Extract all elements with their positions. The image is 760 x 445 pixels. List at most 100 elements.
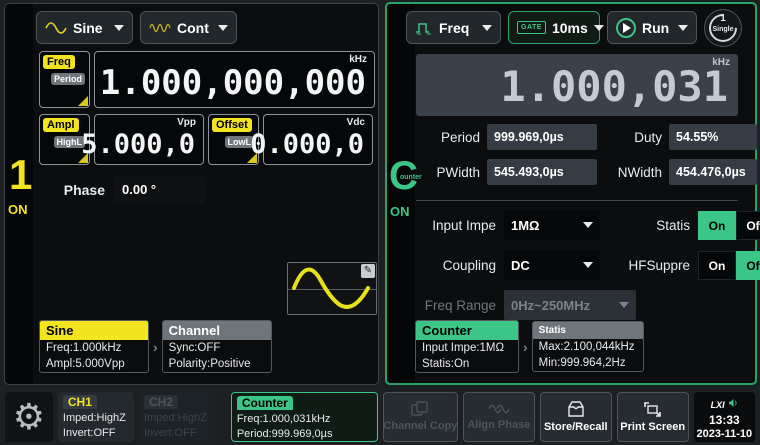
ch1-status-card[interactable]: CH1 Imped:HighZ Invert:OFF: [58, 392, 134, 442]
counter-card-statis: Statis:On: [416, 356, 518, 372]
coupling-label: Coupling: [416, 258, 496, 273]
freq-range-select[interactable]: 0Hz~250MHz: [504, 290, 636, 320]
counter-card-impe: Input Impe:1MΩ: [416, 340, 518, 356]
counter-state-badge: ON: [390, 204, 410, 219]
waveform-select[interactable]: Sine: [36, 11, 133, 44]
channel-card-title: Channel: [163, 321, 271, 340]
ch2-invert: Invert:OFF: [144, 426, 210, 441]
statis-info-card[interactable]: Statis Max:2.100,044kHz Min:999.964,2Hz: [532, 321, 644, 372]
freq-display[interactable]: kHz 1.000,000,000: [94, 51, 375, 108]
chevron-down-icon: [583, 222, 593, 228]
pwidth-value: 545.493,0µs: [487, 159, 597, 185]
statis-off-button[interactable]: Off: [736, 211, 760, 240]
ampl-value: 5.000,0: [81, 129, 195, 160]
channel-info-card[interactable]: Channel Sync:OFF Polarity:Positive: [162, 320, 272, 373]
chevron-down-icon: [678, 25, 688, 31]
instrument-screen: 1 ON Sine Cont Freq Period: [0, 0, 760, 445]
counter-bb-title: Counter: [237, 396, 293, 410]
settings-button[interactable]: ⚙: [5, 392, 53, 442]
phase-field[interactable]: 0.00 °: [113, 176, 205, 204]
chevron-down-icon: [594, 25, 604, 31]
sine-info-card[interactable]: Sine Freq:1.000kHz Ampl:5.000Vpp: [39, 320, 149, 373]
counter-card-title: Counter: [416, 321, 518, 340]
counter-settings: Input Impe 1MΩ Statis On Off Coupling DC…: [416, 210, 738, 320]
counter-main-display: kHz 1.000,031: [416, 54, 738, 116]
period-value: 999.969,0µs: [487, 124, 597, 150]
hfsuppre-off-button[interactable]: Off: [736, 251, 760, 280]
counter-info-card[interactable]: Counter Input Impe:1MΩ Statis:On: [415, 320, 519, 373]
store-recall-button[interactable]: Store/Recall: [540, 392, 612, 442]
freq-param-button[interactable]: Freq Period: [39, 51, 90, 108]
period-alt-badge: Period: [51, 73, 85, 85]
chevron-down-icon: [619, 302, 629, 308]
ch2-status-card[interactable]: CH2 Imped:HighZ Invert:OFF: [139, 392, 215, 442]
offset-badge: Offset: [212, 118, 252, 132]
counter-mode-select[interactable]: Freq: [406, 11, 501, 44]
ch1-invert: Invert:OFF: [63, 426, 129, 441]
counter-panel: C ounter ON Freq GATE 10ms Run: [385, 2, 757, 385]
nwidth-label: NWidth: [604, 165, 662, 180]
offset-display[interactable]: Vdc 0.000,0: [263, 114, 373, 165]
freq-badge: Freq: [43, 55, 75, 69]
channel-copy-button[interactable]: Channel Copy: [383, 392, 458, 442]
archive-icon: [566, 401, 586, 418]
chevron-down-icon: [482, 25, 492, 31]
counter-measurements: Period 999.969,0µs Duty 54.55% PWidth 54…: [416, 124, 738, 185]
sine-card-freq: Freq:1.000kHz: [40, 340, 148, 356]
offset-value: 0.000,0: [250, 129, 364, 160]
statis-card-min: Min:999.964,2Hz: [533, 355, 643, 371]
counter-status-card[interactable]: Counter Freq:1.000,031kHz Period:999.969…: [231, 392, 378, 442]
gate-value: 10ms: [552, 20, 588, 36]
phase-label: Phase: [43, 182, 105, 198]
waveform-label: Sine: [73, 20, 103, 36]
screenshot-icon: [643, 401, 662, 418]
chevron-right-icon: ›: [523, 339, 528, 355]
ampl-display[interactable]: Vpp 5.000,0: [94, 114, 204, 165]
speaker-icon: [729, 399, 738, 407]
channel-card-sync: Sync:OFF: [163, 340, 271, 356]
bottom-bar: ⚙ CH1 Imped:HighZ Invert:OFF CH2 Imped:H…: [0, 388, 760, 445]
statis-on-button[interactable]: On: [698, 211, 736, 240]
coupling-select[interactable]: DC: [504, 250, 600, 280]
run-state-select[interactable]: Run: [607, 11, 697, 44]
status-box: LXI 13:33 2023-11-10: [694, 392, 755, 442]
input-impe-select[interactable]: 1MΩ: [504, 210, 600, 240]
pwidth-label: PWidth: [416, 165, 480, 180]
period-label: Period: [416, 130, 480, 145]
single-trigger-button[interactable]: 1 Single: [704, 9, 742, 47]
hfsuppre-on-button[interactable]: On: [698, 251, 736, 280]
print-screen-button[interactable]: Print Screen: [617, 392, 689, 442]
continuous-wave-icon: [149, 21, 171, 35]
mode-label: Cont: [177, 20, 209, 36]
lxi-label: LXI: [711, 400, 725, 410]
ch1-imped: Imped:HighZ: [63, 411, 129, 426]
input-impe-label: Input Impe: [416, 218, 496, 233]
chevron-right-icon: ›: [153, 339, 158, 355]
ampl-badge: Ampl: [43, 118, 79, 132]
run-label: Run: [642, 20, 669, 36]
align-phase-button[interactable]: Align Phase: [463, 392, 535, 442]
counter-bb-freq: Freq:1.000,031kHz: [237, 412, 372, 427]
statis-card-max: Max:2.100,044kHz: [533, 339, 643, 355]
waveform-preview[interactable]: ✎: [287, 262, 377, 315]
clock-time: 13:33: [694, 413, 755, 427]
ampl-unit: Vpp: [177, 117, 196, 128]
freq-range-label: Freq Range: [416, 298, 496, 313]
duty-label: Duty: [604, 130, 662, 145]
copy-icon: [411, 401, 429, 417]
sine-icon: [45, 22, 67, 34]
pulse-icon: [415, 20, 433, 36]
hfsuppre-label: HFSuppre: [608, 258, 690, 273]
mode-select[interactable]: Cont: [140, 11, 237, 44]
offset-unit: Vdc: [347, 117, 365, 128]
chevron-down-icon: [583, 262, 593, 268]
edit-icon[interactable]: ✎: [361, 264, 375, 278]
channel-card-polarity: Polarity:Positive: [163, 356, 271, 372]
statis-label: Statis: [608, 218, 690, 233]
gate-badge: GATE: [517, 21, 546, 34]
chevron-down-icon: [114, 25, 124, 31]
channel1-side-strip: 1 ON: [5, 4, 33, 384]
gate-time-select[interactable]: GATE 10ms: [508, 11, 600, 44]
counter-mode-label: Freq: [439, 20, 469, 36]
counter-side-strip: C ounter ON: [387, 4, 415, 383]
